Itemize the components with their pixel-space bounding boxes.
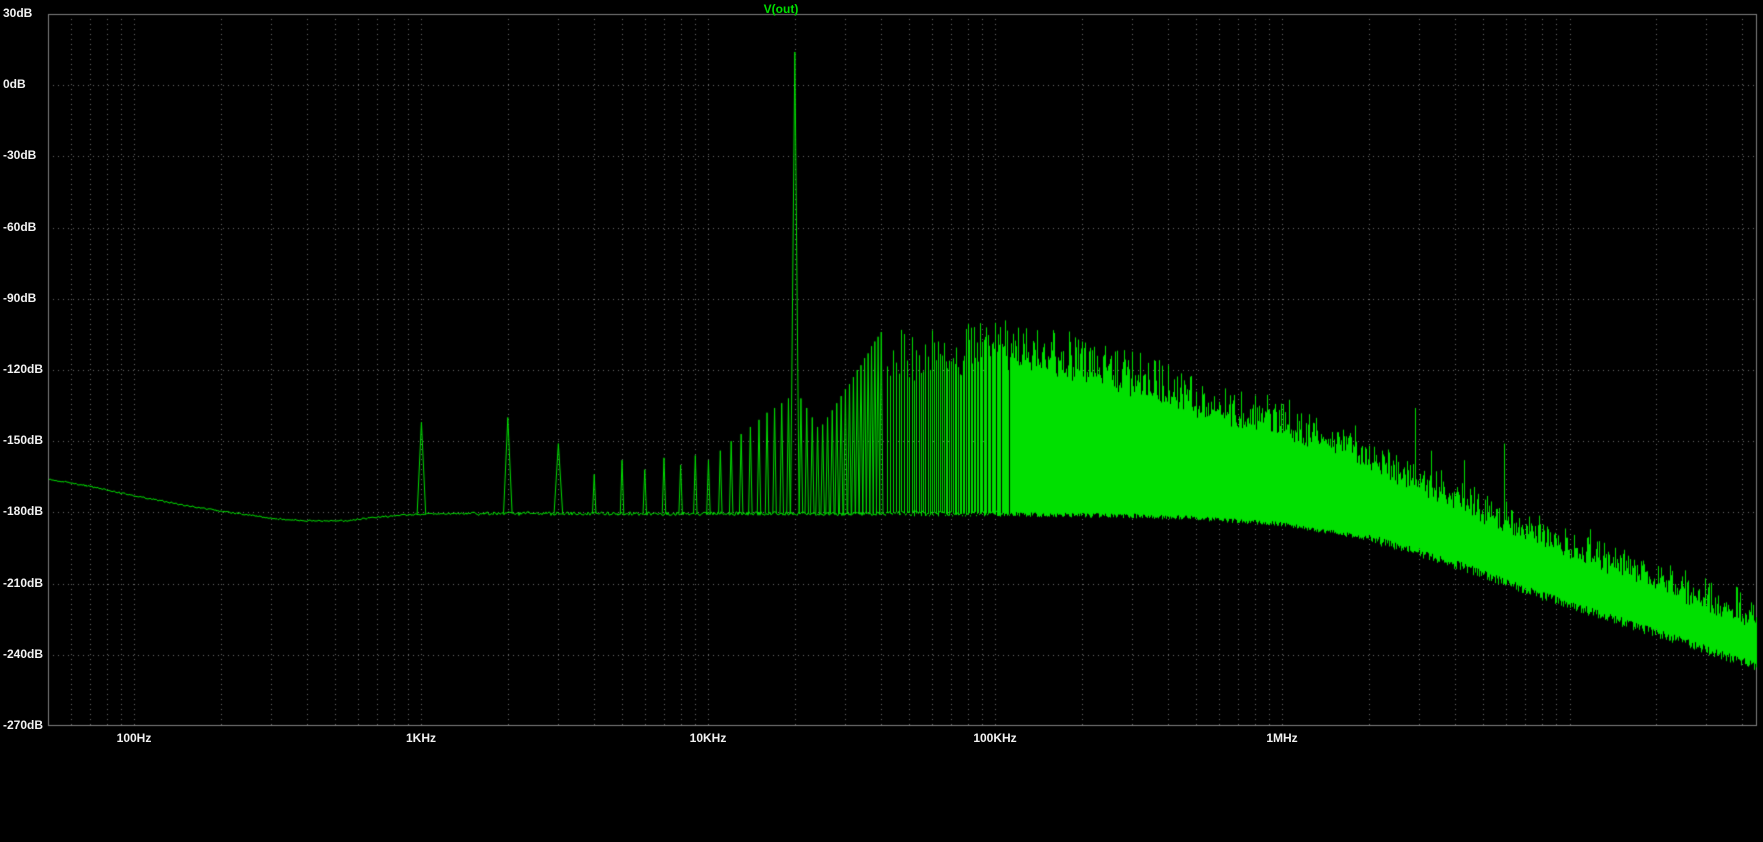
y-tick-label-m30db[interactable]: -30dB <box>3 148 47 162</box>
fft-plot-canvas[interactable] <box>0 0 1763 842</box>
x-tick-label-1khz[interactable]: 1KHz <box>376 731 466 745</box>
y-tick-label-0db[interactable]: 0dB <box>3 77 47 91</box>
y-tick-label-m270db[interactable]: -270dB <box>3 718 47 732</box>
y-tick-label-m60db[interactable]: -60dB <box>3 220 47 234</box>
y-tick-label-30db[interactable]: 30dB <box>3 6 47 20</box>
x-tick-label-100hz[interactable]: 100Hz <box>89 731 179 745</box>
y-tick-label-m90db[interactable]: -90dB <box>3 291 47 305</box>
y-tick-label-m210db[interactable]: -210dB <box>3 576 47 590</box>
x-tick-label-1mhz[interactable]: 1MHz <box>1237 731 1327 745</box>
y-tick-label-m120db[interactable]: -120dB <box>3 362 47 376</box>
x-tick-label-10khz[interactable]: 10KHz <box>663 731 753 745</box>
waveform-viewer-window: V(out) 30dB 0dB -30dB -60dB -90dB -120dB… <box>0 0 1763 842</box>
y-tick-label-m180db[interactable]: -180dB <box>3 504 47 518</box>
trace-label-vout[interactable]: V(out) <box>736 2 826 16</box>
y-tick-label-m150db[interactable]: -150dB <box>3 433 47 447</box>
x-tick-label-100khz[interactable]: 100KHz <box>950 731 1040 745</box>
y-tick-label-m240db[interactable]: -240dB <box>3 647 47 661</box>
